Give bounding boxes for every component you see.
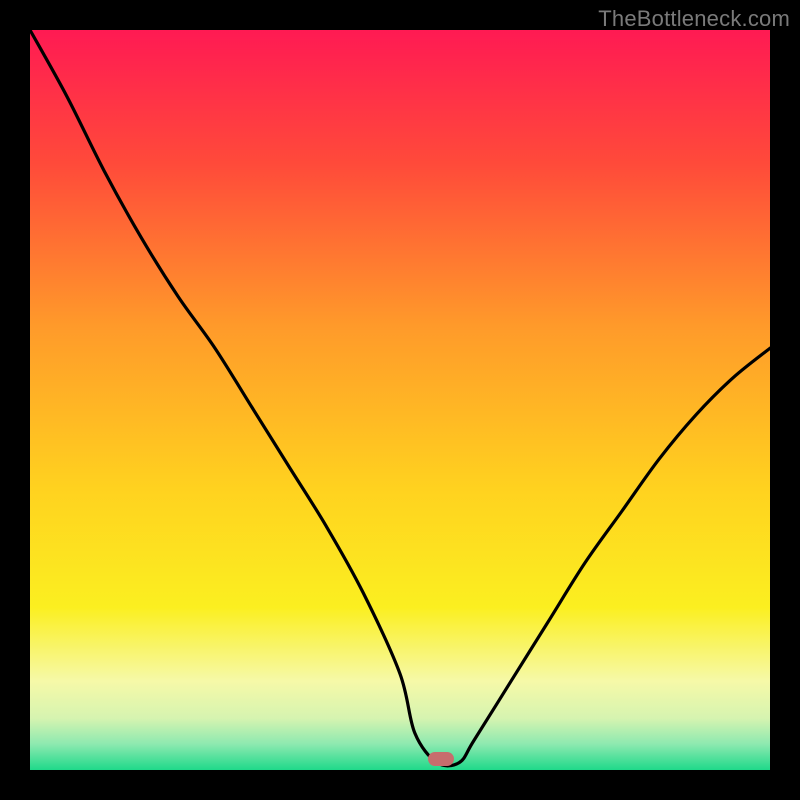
plot-area [30,30,770,770]
watermark-text: TheBottleneck.com [598,6,790,32]
optimal-point-marker [428,752,454,766]
chart-container: TheBottleneck.com [0,0,800,800]
bottleneck-curve [30,30,770,766]
curve-layer [30,30,770,770]
